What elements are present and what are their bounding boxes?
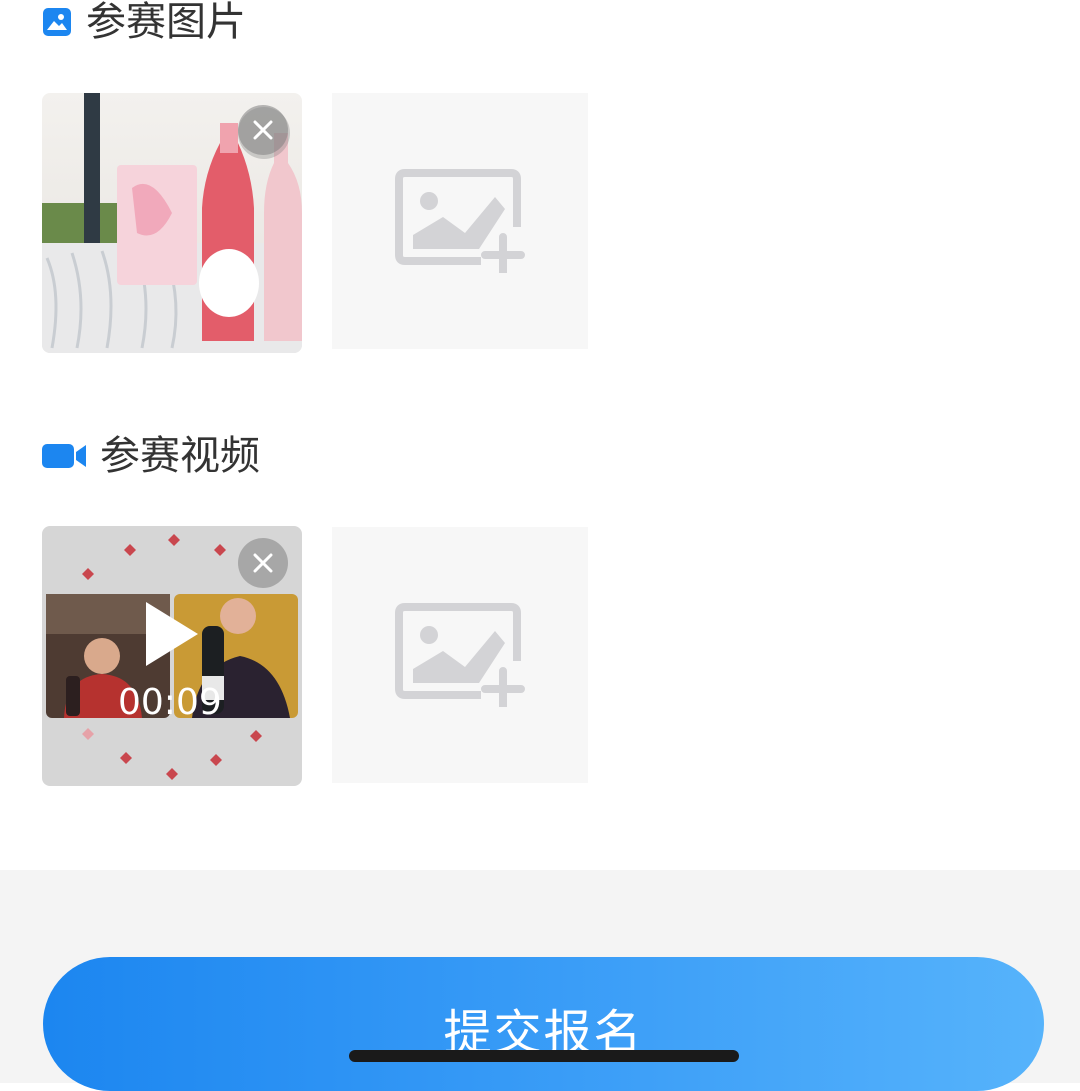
add-image-icon — [395, 603, 525, 707]
close-icon — [253, 120, 273, 140]
close-icon — [253, 553, 273, 573]
video-section-title: 参赛视频 — [42, 436, 260, 476]
image-icon — [42, 7, 72, 37]
video-section-label: 参赛视频 — [100, 433, 260, 479]
home-indicator — [349, 1050, 739, 1062]
add-image-icon — [395, 169, 525, 273]
uploaded-photo[interactable] — [42, 93, 302, 353]
remove-photo-button[interactable] — [238, 105, 288, 155]
add-photo-button[interactable] — [332, 93, 588, 349]
video-camera-icon — [42, 442, 86, 470]
video-duration: 00:09 — [118, 682, 222, 723]
uploaded-video[interactable] — [42, 526, 302, 786]
remove-video-button[interactable] — [238, 538, 288, 588]
photos-section-label: 参赛图片 — [86, 0, 246, 45]
submit-registration-button[interactable]: 提交报名 — [43, 957, 1044, 1091]
add-video-button[interactable] — [332, 527, 588, 783]
photos-section-title: 参赛图片 — [42, 2, 246, 42]
